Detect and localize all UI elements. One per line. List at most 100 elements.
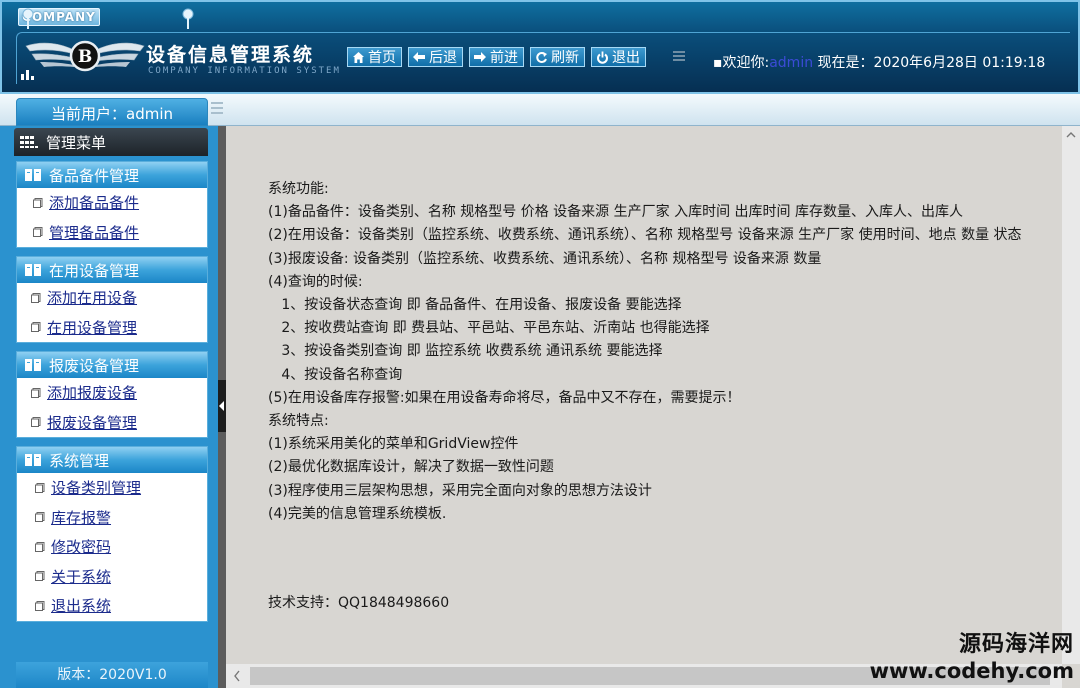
- home-button[interactable]: 首页: [347, 47, 402, 67]
- document-icon: [33, 197, 43, 208]
- content-line: (5)在用设备库存报警:如果在用设备寿命将尽，备品中又不存在，需要提示！: [268, 389, 741, 406]
- signal-bars-icon: [21, 70, 34, 80]
- refresh-label: 刷新: [551, 50, 579, 66]
- content-line: (1)备品备件：设备类别、名称 规格型号 价格 设备来源 生产厂家 入库时间 出…: [268, 204, 963, 221]
- menu-item-about[interactable]: 关于系统: [17, 562, 207, 592]
- content-line: 3、按设备类别查询 即 监控系统 收费系统 通讯系统 要能选择: [268, 343, 663, 360]
- back-button[interactable]: 后退: [408, 47, 463, 67]
- tech-support: 技术支持：QQ1848498660: [268, 595, 450, 611]
- menu-group-header[interactable]: 系统管理: [17, 447, 207, 473]
- sidebar: 管理菜单 备品备件管理 添加备品备件 管理备品备件 在用设备管理 添加在用设备 …: [0, 126, 218, 688]
- menu-item-category-manage[interactable]: 设备类别管理: [17, 473, 207, 503]
- content-line: 系统功能:: [268, 181, 329, 197]
- document-icon: [31, 322, 41, 333]
- content-line: (4)完美的信息管理系统模板.: [268, 505, 447, 522]
- menu-group-in-use: 在用设备管理 添加在用设备 在用设备管理: [16, 256, 208, 343]
- arrow-left-icon: [412, 50, 426, 64]
- menu-item-label: 添加报废设备: [47, 384, 138, 403]
- home-label: 首页: [368, 50, 396, 66]
- menu-group-scrapped: 报废设备管理 添加报废设备 报废设备管理: [16, 351, 208, 438]
- document-icon: [35, 600, 45, 611]
- menu-item-stock-alarm[interactable]: 库存报警: [17, 503, 207, 533]
- svg-text:B: B: [78, 47, 92, 67]
- book-icon: [25, 359, 41, 371]
- grid-icon: [20, 136, 38, 148]
- menu-item-manage-scrapped[interactable]: 报废设备管理: [17, 408, 207, 438]
- content-line: (3)程序使用三层架构思想，采用完全面向对象的思想方法设计: [268, 482, 652, 499]
- menu-item-label: 添加备品备件: [49, 194, 140, 213]
- welcome-prefix: ▪欢迎你:: [713, 55, 770, 71]
- chevron-left-icon: [219, 401, 224, 411]
- document-icon: [35, 541, 45, 552]
- system-subtitle: COMPANY INFORMATION SYSTEM: [148, 66, 341, 76]
- menu-item-exit[interactable]: 退出系统: [17, 591, 207, 621]
- home-icon: [351, 50, 365, 64]
- content-line: (3)报废设备: 设备类别（监控系统、收费系统、通讯系统）、名称 规格型号 设备…: [268, 250, 822, 267]
- nav-toolbar: 首页 后退 前进 刷新 退出: [347, 47, 646, 67]
- back-label: 后退: [429, 50, 457, 66]
- menu-title: 管理菜单: [46, 133, 107, 152]
- content-line: (1)系统采用美化的菜单和GridView控件: [268, 436, 519, 453]
- document-icon: [31, 387, 41, 398]
- content-line: (4)查询的时候:: [268, 273, 363, 290]
- menu-item-change-password[interactable]: 修改密码: [17, 532, 207, 562]
- vertical-scrollbar[interactable]: [1062, 126, 1080, 664]
- grip-icon: [211, 102, 223, 114]
- document-icon: [31, 292, 41, 303]
- menu-group-title: 备品备件管理: [49, 166, 140, 185]
- menu-item-add-scrapped[interactable]: 添加报废设备: [17, 378, 207, 408]
- menu-group-spare-parts: 备品备件管理 添加备品备件 管理备品备件: [16, 161, 208, 248]
- pin-icon: [182, 8, 194, 29]
- menu-item-label: 库存报警: [51, 508, 112, 527]
- content-line: 系统特点:: [268, 413, 329, 430]
- menu-group-title: 报废设备管理: [49, 356, 140, 375]
- menu-group-title: 系统管理: [49, 451, 110, 470]
- watermark-url: www.codehy.com: [869, 659, 1074, 683]
- welcome-text: ▪欢迎你:admin 现在是：2020年6月28日 01:19:18: [713, 52, 1045, 72]
- book-icon: [25, 169, 41, 181]
- system-title: 设备信息管理系统: [146, 44, 315, 66]
- content-line: (2)最优化数据库设计，解决了数据一致性问题: [268, 459, 554, 476]
- menu-item-label: 设备类别管理: [51, 479, 142, 498]
- menu-item-label: 在用设备管理: [47, 318, 138, 337]
- menu-item-add-spare[interactable]: 添加备品备件: [17, 188, 207, 218]
- arrow-right-icon: [473, 50, 487, 64]
- document-icon: [35, 482, 45, 493]
- menu-item-manage-in-use[interactable]: 在用设备管理: [17, 313, 207, 343]
- welcome-user: admin: [769, 55, 814, 71]
- menu-header: 管理菜单: [14, 128, 208, 156]
- chevron-up-icon[interactable]: [1066, 130, 1076, 140]
- book-icon: [25, 454, 41, 466]
- collapse-sidebar-handle[interactable]: [218, 380, 226, 432]
- pin-icon: [22, 8, 34, 29]
- menu-item-label: 添加在用设备: [47, 289, 138, 308]
- refresh-button[interactable]: 刷新: [530, 47, 585, 67]
- menu-item-manage-spare[interactable]: 管理备品备件: [17, 218, 207, 248]
- menu-item-label: 修改密码: [51, 538, 112, 557]
- menu-item-label: 管理备品备件: [49, 223, 140, 242]
- power-icon: [595, 50, 609, 64]
- menu-item-label: 报废设备管理: [47, 413, 138, 432]
- document-icon: [31, 417, 41, 428]
- menu-item-add-in-use[interactable]: 添加在用设备: [17, 283, 207, 313]
- chevron-left-icon[interactable]: [232, 670, 242, 682]
- content-line: 1、按设备状态查询 即 备品备件、在用设备、报废设备 要能选择: [268, 297, 682, 314]
- menu-item-label: 退出系统: [51, 597, 112, 616]
- menu-group-header[interactable]: 备品备件管理: [17, 162, 207, 188]
- menu-group-system: 系统管理 设备类别管理 库存报警 修改密码 关于系统 退出系统: [16, 446, 208, 622]
- menu-group-header[interactable]: 报废设备管理: [17, 352, 207, 378]
- current-user-tab: 当前用户：admin: [16, 98, 208, 126]
- logout-label: 退出: [612, 50, 640, 66]
- menu-item-label: 关于系统: [51, 567, 112, 586]
- document-icon: [33, 227, 43, 238]
- time-prefix: 现在是：: [813, 55, 874, 71]
- logout-button[interactable]: 退出: [591, 47, 646, 67]
- watermark: 源码海洋网 www.codehy.com: [870, 632, 1074, 684]
- menu-group-header[interactable]: 在用设备管理: [17, 257, 207, 283]
- forward-button[interactable]: 前进: [469, 47, 524, 67]
- watermark-name: 源码海洋网: [958, 632, 1074, 657]
- document-icon: [35, 571, 45, 582]
- content-line: 4、按设备名称查询: [268, 366, 403, 383]
- grip-icon: [673, 51, 685, 61]
- forward-label: 前进: [490, 50, 518, 66]
